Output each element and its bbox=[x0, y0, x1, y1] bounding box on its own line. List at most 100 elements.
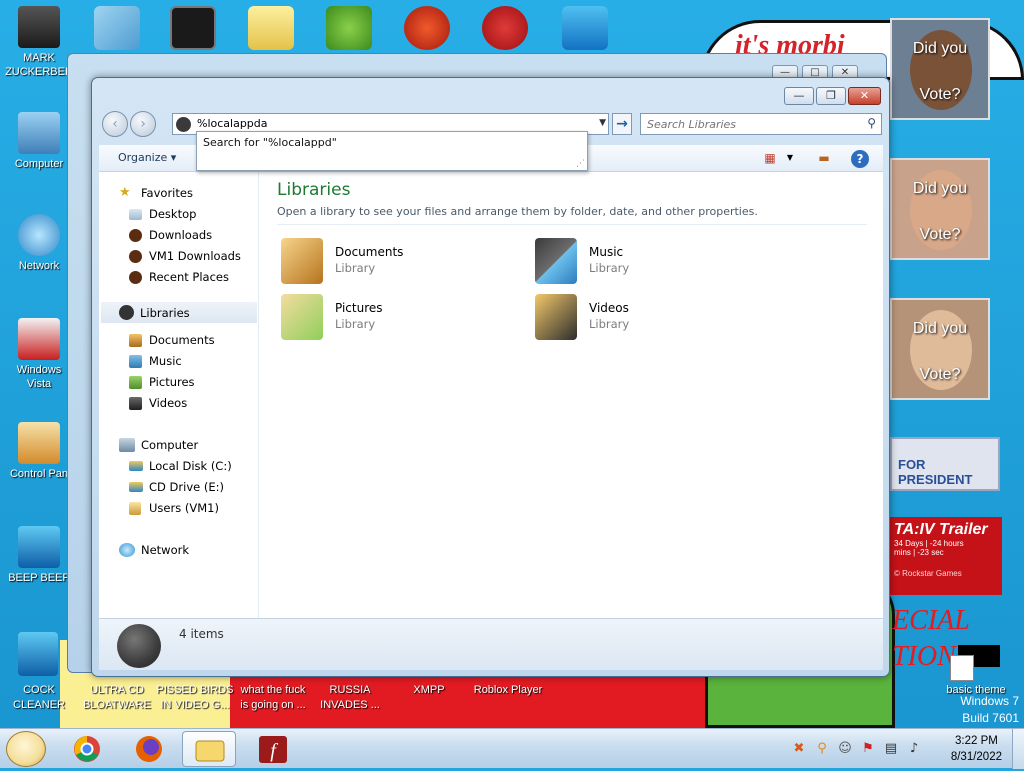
music-library-icon bbox=[535, 238, 577, 284]
cock-cleaner-icon[interactable] bbox=[18, 632, 58, 676]
desktop-icon-pissed-birds[interactable]: PISSED BIRDS IN VIDEO G... bbox=[156, 683, 234, 713]
search-icon[interactable]: ⚲ bbox=[867, 116, 876, 130]
poster-text: Did you bbox=[912, 180, 968, 197]
organize-button[interactable]: Organize ▾ bbox=[118, 151, 176, 164]
window-controls: — ❐ ✕ bbox=[784, 87, 881, 105]
clock[interactable]: 3:22 PM 8/31/2022 bbox=[951, 733, 1002, 765]
taskbar: f ✖ ⚲ ☺ ⚑ ▤ ♪ 3:22 PM 8/31/2022 bbox=[0, 728, 1024, 769]
help-icon[interactable]: ? bbox=[851, 150, 869, 168]
desktop-icon-cmd[interactable] bbox=[170, 6, 216, 50]
vote-poster-3: Did you Vote? bbox=[890, 298, 990, 400]
nav-recent-places[interactable]: Recent Places bbox=[129, 270, 229, 284]
nav-desktop[interactable]: Desktop bbox=[129, 207, 196, 221]
desktop-icon-cock-cleaner[interactable]: COCK CLEANER bbox=[8, 683, 70, 713]
library-item-pictures[interactable]: Pictures Library bbox=[281, 294, 521, 342]
nav-libraries[interactable]: Libraries bbox=[101, 302, 257, 323]
resize-grip-icon[interactable]: ⋰ bbox=[576, 159, 585, 169]
nav-videos[interactable]: Videos bbox=[129, 396, 187, 410]
minimize-button[interactable]: — bbox=[784, 87, 814, 105]
network-tray-icon[interactable]: ▤ bbox=[883, 741, 899, 757]
basic-theme-icon[interactable] bbox=[950, 655, 974, 681]
explorer-window[interactable]: — ❐ ✕ ‹ › ▼ → ⚲ Search for "%localappd" … bbox=[91, 77, 890, 677]
recycle-bin-icon bbox=[18, 318, 60, 360]
drive-icon bbox=[129, 461, 143, 471]
smiley-tray-icon[interactable]: ☺ bbox=[837, 741, 853, 757]
desktop-icon-ultra-cd[interactable]: ULTRA CD BLOATWARE bbox=[78, 683, 156, 713]
nav-label: Documents bbox=[149, 333, 215, 347]
control-panel-icon bbox=[18, 422, 60, 464]
nav-label: Local Disk (C:) bbox=[149, 459, 232, 473]
taskbar-chrome[interactable] bbox=[60, 731, 114, 767]
chevron-down-icon[interactable]: ▼ bbox=[599, 118, 606, 128]
libraries-orb-icon bbox=[117, 624, 161, 668]
desktop-icon-bad-piggies[interactable] bbox=[326, 6, 372, 50]
nav-documents[interactable]: Documents bbox=[129, 333, 215, 347]
search-tray-icon[interactable]: ⚲ bbox=[814, 741, 830, 757]
nav-computer[interactable]: Computer bbox=[119, 438, 198, 452]
back-button[interactable]: ‹ bbox=[102, 111, 128, 137]
nav-downloads[interactable]: Downloads bbox=[129, 228, 212, 242]
page-subtitle: Open a library to see your files and arr… bbox=[277, 205, 758, 218]
nav-users[interactable]: Users (VM1) bbox=[129, 501, 219, 515]
desktop-icon-xmpp[interactable]: XMPP bbox=[396, 683, 462, 698]
chevron-down-icon[interactable]: ▼ bbox=[781, 150, 799, 166]
folder-icon bbox=[129, 501, 141, 515]
library-type: Library bbox=[589, 261, 630, 275]
library-item-videos[interactable]: Videos Library bbox=[535, 294, 775, 342]
nav-music[interactable]: Music bbox=[129, 354, 182, 368]
forward-button[interactable]: › bbox=[130, 111, 156, 137]
downloads-icon bbox=[129, 228, 142, 242]
taskbar-firefox[interactable] bbox=[122, 731, 176, 767]
nav-label: Computer bbox=[141, 438, 199, 452]
go-button[interactable]: → bbox=[612, 113, 632, 135]
nav-label: Users (VM1) bbox=[149, 501, 219, 515]
nav-label: Favorites bbox=[141, 186, 193, 200]
close-button[interactable]: ✕ bbox=[848, 87, 881, 105]
address-input[interactable] bbox=[195, 116, 585, 131]
windows-watermark: Windows 7 Build 7601 bbox=[960, 693, 1019, 727]
start-button[interactable] bbox=[6, 731, 46, 767]
desktop-icon-roblox-player[interactable]: Roblox Player bbox=[466, 683, 550, 698]
nav-label: Network bbox=[141, 543, 190, 557]
poster-text: Vote? bbox=[919, 86, 961, 103]
xampp-tray-icon[interactable]: ✖ bbox=[791, 741, 807, 757]
desktop-icon-notepad[interactable] bbox=[94, 6, 140, 50]
maximize-button[interactable]: ❐ bbox=[816, 87, 846, 105]
desktop-icon-what-the[interactable]: what the fuck is going on ... bbox=[234, 683, 312, 713]
clock-date: 8/31/2022 bbox=[950, 751, 1002, 763]
desktop-icon-blue-app[interactable] bbox=[562, 6, 608, 50]
library-item-music[interactable]: Music Library bbox=[535, 238, 775, 286]
beep-icon bbox=[18, 526, 60, 568]
poster-text: Vote? bbox=[919, 366, 961, 383]
taskbar-flash[interactable]: f bbox=[246, 731, 300, 767]
taskbar-explorer[interactable] bbox=[182, 731, 236, 767]
preview-pane-icon[interactable]: ▬ bbox=[815, 150, 833, 166]
library-name: Music bbox=[589, 245, 624, 259]
nav-vm1-downloads[interactable]: VM1 Downloads bbox=[129, 249, 241, 263]
autocomplete-suggestion[interactable]: Search for "%localappd" bbox=[197, 132, 587, 153]
nav-cd-drive[interactable]: CD Drive (E:) bbox=[129, 480, 224, 494]
desktop-icon-p-app[interactable] bbox=[404, 6, 450, 50]
zuckerberg-icon bbox=[18, 6, 60, 48]
desktop-icon-folder[interactable] bbox=[248, 6, 294, 50]
nav-network[interactable]: Network bbox=[119, 543, 189, 557]
nav-favorites[interactable]: ★ Favorites bbox=[119, 186, 193, 201]
desktop-icon-basic-theme[interactable]: basic theme bbox=[936, 683, 1016, 698]
search-box[interactable]: ⚲ bbox=[640, 113, 882, 135]
volume-icon[interactable]: ♪ bbox=[906, 741, 922, 757]
gta-credit: © Rockstar Games bbox=[894, 569, 962, 578]
library-name: Documents bbox=[335, 245, 404, 259]
desktop-icon-devcpp[interactable] bbox=[482, 6, 528, 50]
view-options-icon[interactable]: ▦ bbox=[761, 150, 779, 166]
search-input[interactable] bbox=[641, 114, 851, 134]
documents-icon bbox=[129, 333, 142, 347]
nav-pictures[interactable]: Pictures bbox=[129, 375, 195, 389]
nav-local-disk[interactable]: Local Disk (C:) bbox=[129, 459, 232, 473]
library-name: Videos bbox=[589, 301, 629, 315]
library-item-documents[interactable]: Documents Library bbox=[281, 238, 521, 286]
show-desktop-button[interactable] bbox=[1012, 729, 1024, 769]
chrome-icon bbox=[74, 736, 100, 762]
desktop-icon-russia[interactable]: RUSSIA INVADES ... bbox=[312, 683, 388, 713]
action-center-icon[interactable]: ⚑ bbox=[860, 741, 876, 757]
item-count: 4 items bbox=[179, 627, 224, 641]
